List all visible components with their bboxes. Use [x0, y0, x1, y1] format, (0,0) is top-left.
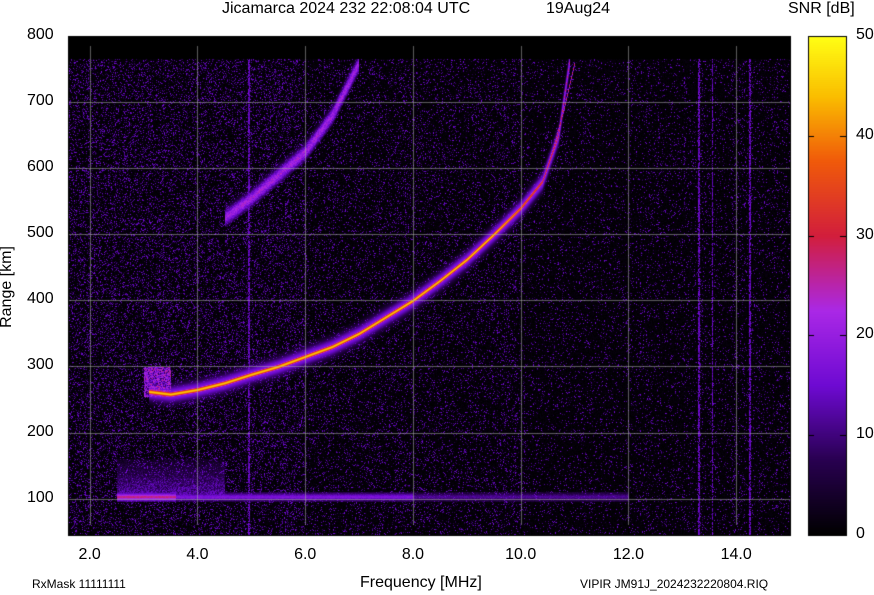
colorbar-label: SNR [dB]: [788, 0, 855, 17]
x-axis-label: Frequency [MHz]: [360, 574, 482, 591]
x-tick-label: 4.0: [186, 546, 209, 563]
y-tick-label: 200: [27, 422, 54, 440]
y-axis-label: Range [km]: [0, 246, 15, 328]
x-tick-label: 6.0: [294, 546, 317, 563]
y-tick-label: 500: [27, 224, 54, 242]
y-tick-label: 100: [27, 488, 54, 506]
y-tick-label: 800: [27, 26, 54, 43]
x-tick-label: 10.0: [505, 546, 537, 563]
rxmask-label: RxMask 11111111: [32, 577, 126, 591]
y-tick-label: 600: [27, 158, 54, 176]
colorbar-tick-label: 0: [856, 525, 865, 542]
x-tick-label: 14.0: [720, 546, 752, 563]
ionogram-canvas: [0, 0, 874, 595]
colorbar-tick-label: 50: [856, 26, 874, 43]
file-label: VIPIR JM91J_2024232220804.RIQ: [580, 577, 769, 591]
colorbar-tick-label: 20: [856, 325, 874, 343]
y-tick-label: 400: [27, 290, 54, 308]
x-tick-label: 2.0: [78, 546, 101, 563]
colorbar-tick-label: 30: [856, 225, 874, 243]
colorbar-tick-label: 40: [856, 125, 874, 143]
chart-date: 19Aug24: [546, 0, 611, 17]
y-tick-label: 300: [27, 356, 54, 374]
colorbar-tick-label: 10: [856, 425, 874, 443]
chart-title: Jicamarca 2024 232 22:08:04 UTC: [222, 0, 471, 17]
x-tick-label: 12.0: [612, 546, 644, 563]
x-tick-label: 8.0: [401, 546, 425, 563]
y-tick-label: 700: [27, 92, 54, 110]
